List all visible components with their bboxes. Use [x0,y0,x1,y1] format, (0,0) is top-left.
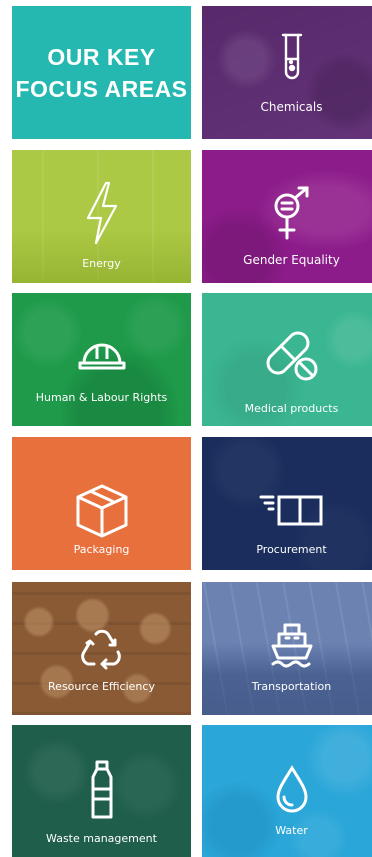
tile-transportation[interactable]: Transportation [202,582,372,715]
title-tile-background [12,6,191,139]
tile-energy[interactable]: Energy [12,150,191,283]
tile-water[interactable]: Water [202,725,372,857]
tile-label: Packaging [73,543,130,556]
tile-label: Gender Equality [243,253,340,267]
tile-waste-management[interactable]: Waste management [12,725,191,857]
tile-human-labour-rights[interactable]: Human & Labour Rights [12,293,191,426]
tile-label: Transportation [251,680,332,693]
pill-capsule-icon [266,331,317,381]
title-line-2: FOCUS AREAS [15,76,188,102]
tile-label: Procurement [256,543,327,556]
tile-medical-products[interactable]: Medical products [202,293,372,426]
bottle-icon [91,760,112,819]
recycle-icon [80,629,121,670]
title-line-1: OUR KEY [47,44,156,70]
focus-areas-grid: OUR KEY FOCUS AREAS Chemicals Energy Gen… [0,0,372,857]
procurement-book-icon [259,495,322,526]
tile-gender-equality[interactable]: Gender Equality [202,150,372,283]
tile-label: Waste management [46,832,157,845]
lightning-bolt-icon [86,181,117,245]
gender-symbol-icon [274,186,308,240]
tile-label: Water [275,824,308,837]
tile-procurement[interactable]: Procurement [202,437,372,570]
box-icon [76,484,127,538]
tile-label: Human & Labour Rights [35,391,168,404]
hard-hat-icon [78,343,125,370]
test-tube-icon [281,33,302,80]
tile-chemicals[interactable]: Chemicals [202,6,372,139]
tile-label: Medical products [244,402,339,415]
water-drop-icon [275,765,308,813]
tile-packaging[interactable]: Packaging [12,437,191,570]
tile-label: Chemicals [260,100,323,114]
tile-label: Energy [82,257,121,270]
ship-icon [271,623,312,668]
focus-areas-title-tile: OUR KEY FOCUS AREAS [12,6,191,139]
tile-resource-efficiency[interactable]: Resource Efficiency [12,582,191,715]
tile-label: Resource Efficiency [48,680,155,693]
